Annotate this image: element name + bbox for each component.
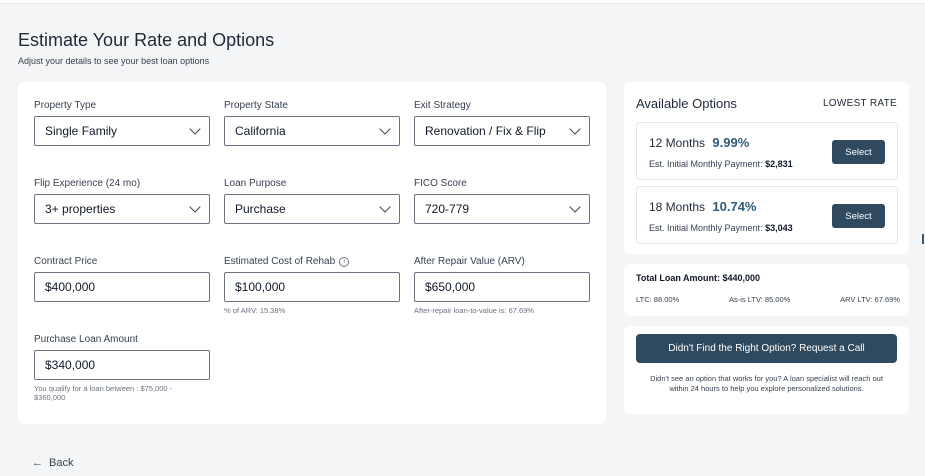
option-term: 18 Months: [649, 200, 706, 214]
rehab-cost-label-row: Estimated Cost of Rehab i: [224, 256, 400, 267]
rehab-cost-field: Estimated Cost of Rehab i $100,000 % of …: [224, 256, 400, 315]
rehab-cost-label: Estimated Cost of Rehab: [224, 256, 336, 267]
flip-experience-label: Flip Experience (24 mo): [34, 178, 141, 189]
option-term-row: 12 Months 9.99%: [649, 135, 749, 150]
option-payment-row: Est. Initial Monthly Payment: $3,043: [649, 223, 793, 233]
rehab-cost-input[interactable]: $100,000: [224, 272, 400, 302]
top-bar: [0, 0, 925, 4]
arv-label: After Repair Value (ARV): [414, 256, 525, 267]
total-loan-amount: Total Loan Amount: $440,000: [636, 273, 760, 283]
property-state-select[interactable]: California: [224, 116, 400, 146]
total-loan-label: Total Loan Amount:: [636, 273, 720, 283]
available-options-panel: Available Options LOWEST RATE 12 Months …: [624, 82, 909, 254]
loan-purpose-field: Loan Purpose Purchase: [224, 178, 400, 224]
loan-purpose-value: Purchase: [235, 202, 286, 216]
request-call-button[interactable]: Didn't Find the Right Option? Request a …: [636, 334, 897, 363]
flip-experience-select[interactable]: 3+ properties: [34, 194, 210, 224]
loan-range-hint-line2: $360,000: [34, 393, 66, 402]
exit-strategy-select[interactable]: Renovation / Fix & Flip: [414, 116, 590, 146]
exit-strategy-value: Renovation / Fix & Flip: [425, 124, 546, 138]
option-term-row: 18 Months 10.74%: [649, 199, 756, 214]
page-title: Estimate Your Rate and Options: [18, 30, 275, 50]
option-payment-value: $3,043: [765, 223, 793, 233]
contract-price-label: Contract Price: [34, 256, 98, 267]
chevron-down-icon: [569, 123, 581, 135]
option-rate: 9.99%: [712, 135, 750, 150]
sort-lowest-rate[interactable]: LOWEST RATE: [823, 98, 897, 109]
request-call-description: Didn't see an option that works for you?…: [650, 374, 883, 393]
property-type-value: Single Family: [45, 124, 118, 138]
contract-price-field: Contract Price $400,000: [34, 256, 210, 302]
select-option-button[interactable]: Select: [832, 140, 885, 164]
chevron-down-icon: [569, 201, 581, 213]
ltc-value: LTC: 88.00%: [636, 295, 680, 304]
option-card: 12 Months 9.99% Est. Initial Monthly Pay…: [636, 122, 898, 180]
purchase-loan-amount-input[interactable]: $340,000: [34, 350, 210, 380]
fico-score-value: 720-779: [425, 202, 470, 216]
option-payment-row: Est. Initial Monthly Payment: $2,831: [649, 159, 793, 169]
chevron-down-icon: [189, 201, 201, 213]
loan-range-hint: You qualify for a loan between : $75,000…: [34, 384, 210, 402]
loan-purpose-label: Loan Purpose: [224, 178, 287, 189]
option-rate: 10.74%: [712, 199, 757, 214]
chevron-down-icon: [189, 123, 201, 135]
property-state-value: California: [235, 124, 286, 138]
arv-input[interactable]: $650,000: [414, 272, 590, 302]
contract-price-input[interactable]: $400,000: [34, 272, 210, 302]
select-option-button[interactable]: Select: [832, 204, 885, 228]
loan-purpose-select[interactable]: Purchase: [224, 194, 400, 224]
arv-value: $650,000: [425, 280, 476, 294]
rehab-cost-hint: % of ARV: 15.38%: [224, 306, 286, 315]
fico-score-field: FICO Score 720-779: [414, 178, 590, 224]
rehab-cost-value: $100,000: [235, 280, 286, 294]
exit-strategy-field: Exit Strategy Renovation / Fix & Flip: [414, 100, 590, 146]
option-payment-label: Est. Initial Monthly Payment:: [649, 223, 763, 233]
flip-experience-value: 3+ properties: [45, 202, 116, 216]
option-card: 18 Months 10.74% Est. Initial Monthly Pa…: [636, 186, 898, 244]
loan-totals-panel: Total Loan Amount: $440,000 LTC: 88.00% …: [624, 264, 909, 316]
scroll-indicator: [922, 234, 924, 244]
exit-strategy-label: Exit Strategy: [414, 100, 471, 111]
arv-field: After Repair Value (ARV) $650,000 After-…: [414, 256, 590, 315]
arv-ltv-value: ARV LTV: 67.69%: [840, 295, 900, 304]
purchase-loan-amount-label: Purchase Loan Amount: [34, 334, 138, 345]
property-type-field: Property Type Single Family: [34, 100, 210, 146]
option-term: 12 Months: [649, 136, 706, 150]
option-payment-label: Est. Initial Monthly Payment:: [649, 159, 763, 169]
back-label: Back: [49, 457, 74, 469]
fico-score-label: FICO Score: [414, 178, 467, 189]
fico-score-select[interactable]: 720-779: [414, 194, 590, 224]
property-type-label: Property Type: [34, 100, 97, 111]
contract-price-value: $400,000: [45, 280, 96, 294]
back-link[interactable]: ← Back: [32, 457, 73, 469]
property-state-field: Property State California: [224, 100, 400, 146]
request-call-panel: Didn't Find the Right Option? Request a …: [624, 326, 909, 414]
chevron-down-icon: [379, 123, 391, 135]
info-icon[interactable]: i: [339, 256, 350, 267]
arrow-left-icon: ←: [32, 457, 43, 469]
chevron-down-icon: [379, 201, 391, 213]
as-is-ltv-value: As-is LTV: 85.00%: [729, 295, 791, 304]
flip-experience-field: Flip Experience (24 mo) 3+ properties: [34, 178, 210, 224]
loan-range-hint-line1: You qualify for a loan between : $75,000…: [34, 384, 173, 393]
arv-hint: After-repair loan-to-value is: 67.69%: [414, 306, 535, 315]
property-state-label: Property State: [224, 100, 288, 111]
total-loan-value: $440,000: [722, 273, 761, 283]
property-type-select[interactable]: Single Family: [34, 116, 210, 146]
page-subtitle: Adjust your details to see your best loa…: [18, 56, 210, 66]
ltv-metrics: LTC: 88.00% As-is LTV: 85.00% ARV LTV: 6…: [636, 295, 900, 304]
option-payment-value: $2,831: [765, 159, 793, 169]
options-title: Available Options: [636, 96, 737, 111]
loan-details-form: Property Type Single Family Property Sta…: [18, 82, 606, 424]
purchase-loan-amount-value: $340,000: [45, 358, 96, 372]
purchase-loan-amount-field: Purchase Loan Amount $340,000 You qualif…: [34, 334, 210, 402]
